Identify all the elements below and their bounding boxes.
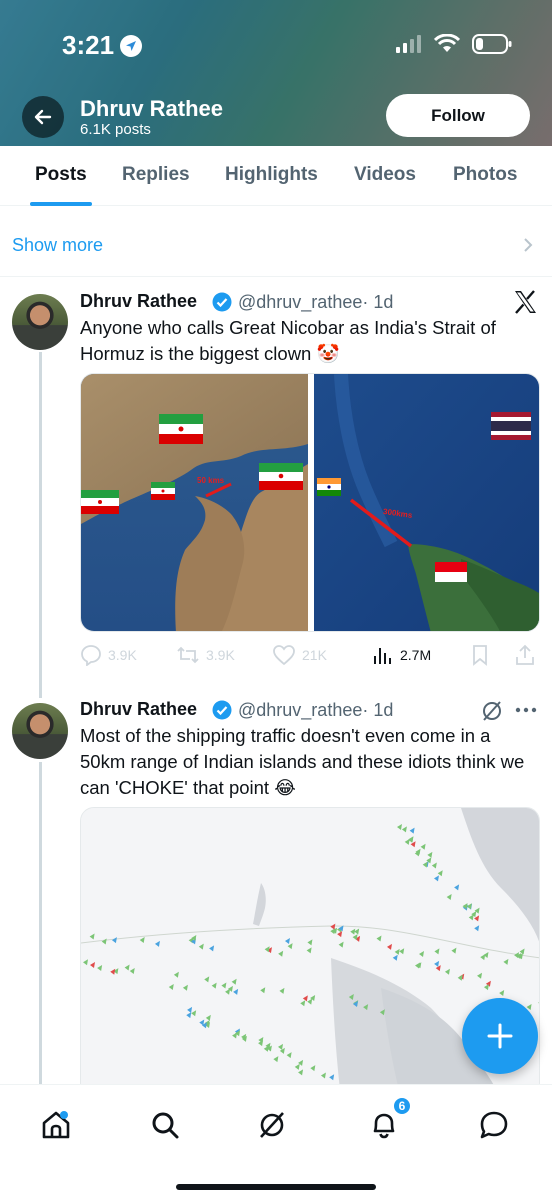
map-image-pair bbox=[81, 374, 539, 631]
cellular-signal-icon bbox=[396, 35, 421, 53]
like-button[interactable]: 21K bbox=[272, 644, 327, 666]
wifi-icon bbox=[434, 34, 460, 52]
reply-count: 3.9K bbox=[108, 647, 137, 663]
grok-icon bbox=[260, 1112, 284, 1138]
tab-highlights[interactable]: Highlights bbox=[225, 164, 318, 186]
repost-icon bbox=[177, 646, 199, 664]
repost-button[interactable]: 3.9K bbox=[176, 644, 235, 666]
tweet-author-handle[interactable]: @dhruv_rathee· 1d bbox=[238, 700, 393, 721]
tweet-time: · 1d bbox=[362, 700, 394, 720]
tab-photos[interactable]: Photos bbox=[453, 164, 517, 186]
thread-line bbox=[39, 352, 42, 698]
views-button[interactable]: 2.7M bbox=[372, 644, 431, 666]
profile-tabs: Posts Replies Highlights Videos Photos bbox=[0, 146, 552, 206]
reply-button[interactable]: 3.9K bbox=[80, 644, 137, 666]
nav-grok[interactable] bbox=[252, 1105, 292, 1145]
tab-videos[interactable]: Videos bbox=[354, 164, 416, 186]
handle-text: @dhruv_rathee bbox=[238, 292, 363, 312]
profile-name: Dhruv Rathee bbox=[80, 96, 224, 121]
location-arrow-icon bbox=[120, 34, 143, 57]
tweet-author-handle[interactable]: @dhruv_rathee· 1d bbox=[238, 292, 393, 313]
verified-badge-icon bbox=[212, 700, 232, 720]
compose-post-button[interactable] bbox=[462, 998, 538, 1074]
repost-count: 3.9K bbox=[206, 647, 235, 663]
nav-home[interactable] bbox=[36, 1105, 76, 1145]
like-count: 21K bbox=[302, 647, 327, 663]
home-indicator bbox=[176, 1184, 376, 1190]
notifications-badge: 6 bbox=[392, 1096, 412, 1116]
battery-icon bbox=[472, 34, 512, 54]
map-distance-label: 50 kms bbox=[197, 476, 225, 485]
active-tab-indicator bbox=[30, 202, 92, 206]
bookmark-icon[interactable] bbox=[470, 644, 490, 666]
tweet-actions: 3.9K 3.9K 21K 2.7M bbox=[80, 642, 540, 670]
heart-icon bbox=[273, 645, 295, 666]
arrow-left-icon bbox=[34, 109, 52, 125]
tweet-time: · 1d bbox=[362, 292, 394, 312]
nav-search[interactable] bbox=[145, 1105, 185, 1145]
tweet-author-name[interactable]: Dhruv Rathee bbox=[80, 291, 197, 312]
grok-icon[interactable] bbox=[480, 699, 504, 723]
avatar[interactable] bbox=[12, 703, 68, 759]
flag-iran bbox=[159, 414, 203, 444]
tweet-author-name[interactable]: Dhruv Rathee bbox=[80, 699, 197, 720]
verified-badge-icon bbox=[212, 292, 232, 312]
tweet-text: Most of the shipping traffic doesn't eve… bbox=[80, 725, 525, 798]
home-icon bbox=[42, 1111, 70, 1139]
nav-messages[interactable] bbox=[474, 1105, 514, 1145]
status-time: 3:21 bbox=[62, 30, 143, 61]
plus-icon bbox=[487, 1023, 513, 1049]
show-more-link[interactable]: Show more bbox=[12, 235, 103, 256]
thread-line bbox=[39, 762, 42, 1084]
more-options-icon[interactable] bbox=[514, 706, 538, 714]
profile-header: 3:21 Dhruv Rathee 6.1K posts Follow bbox=[0, 0, 552, 146]
x-logo-icon[interactable] bbox=[512, 289, 538, 315]
views-chart-icon bbox=[374, 648, 391, 664]
status-icons bbox=[396, 34, 512, 54]
avatar[interactable] bbox=[12, 294, 68, 350]
chevron-right-icon bbox=[524, 238, 533, 252]
posts-count: 6.1K posts bbox=[80, 121, 151, 138]
handle-text: @dhruv_rathee bbox=[238, 700, 363, 720]
tweet-media[interactable]: 50 kms 300kms bbox=[80, 373, 540, 632]
share-icon[interactable] bbox=[514, 644, 536, 666]
clock-time: 3:21 bbox=[62, 30, 115, 60]
message-icon bbox=[480, 1111, 508, 1139]
tweet-text: Anyone who calls Great Nicobar as India'… bbox=[80, 317, 496, 364]
follow-button[interactable]: Follow bbox=[386, 94, 530, 137]
view-count: 2.7M bbox=[400, 647, 432, 663]
tab-replies[interactable]: Replies bbox=[122, 164, 190, 186]
show-more-row[interactable]: Show more bbox=[0, 207, 552, 277]
reply-icon bbox=[81, 645, 101, 666]
search-icon bbox=[152, 1112, 179, 1139]
back-button[interactable] bbox=[22, 96, 64, 138]
bottom-navigation bbox=[0, 1084, 552, 1200]
tab-posts[interactable]: Posts bbox=[35, 164, 87, 186]
